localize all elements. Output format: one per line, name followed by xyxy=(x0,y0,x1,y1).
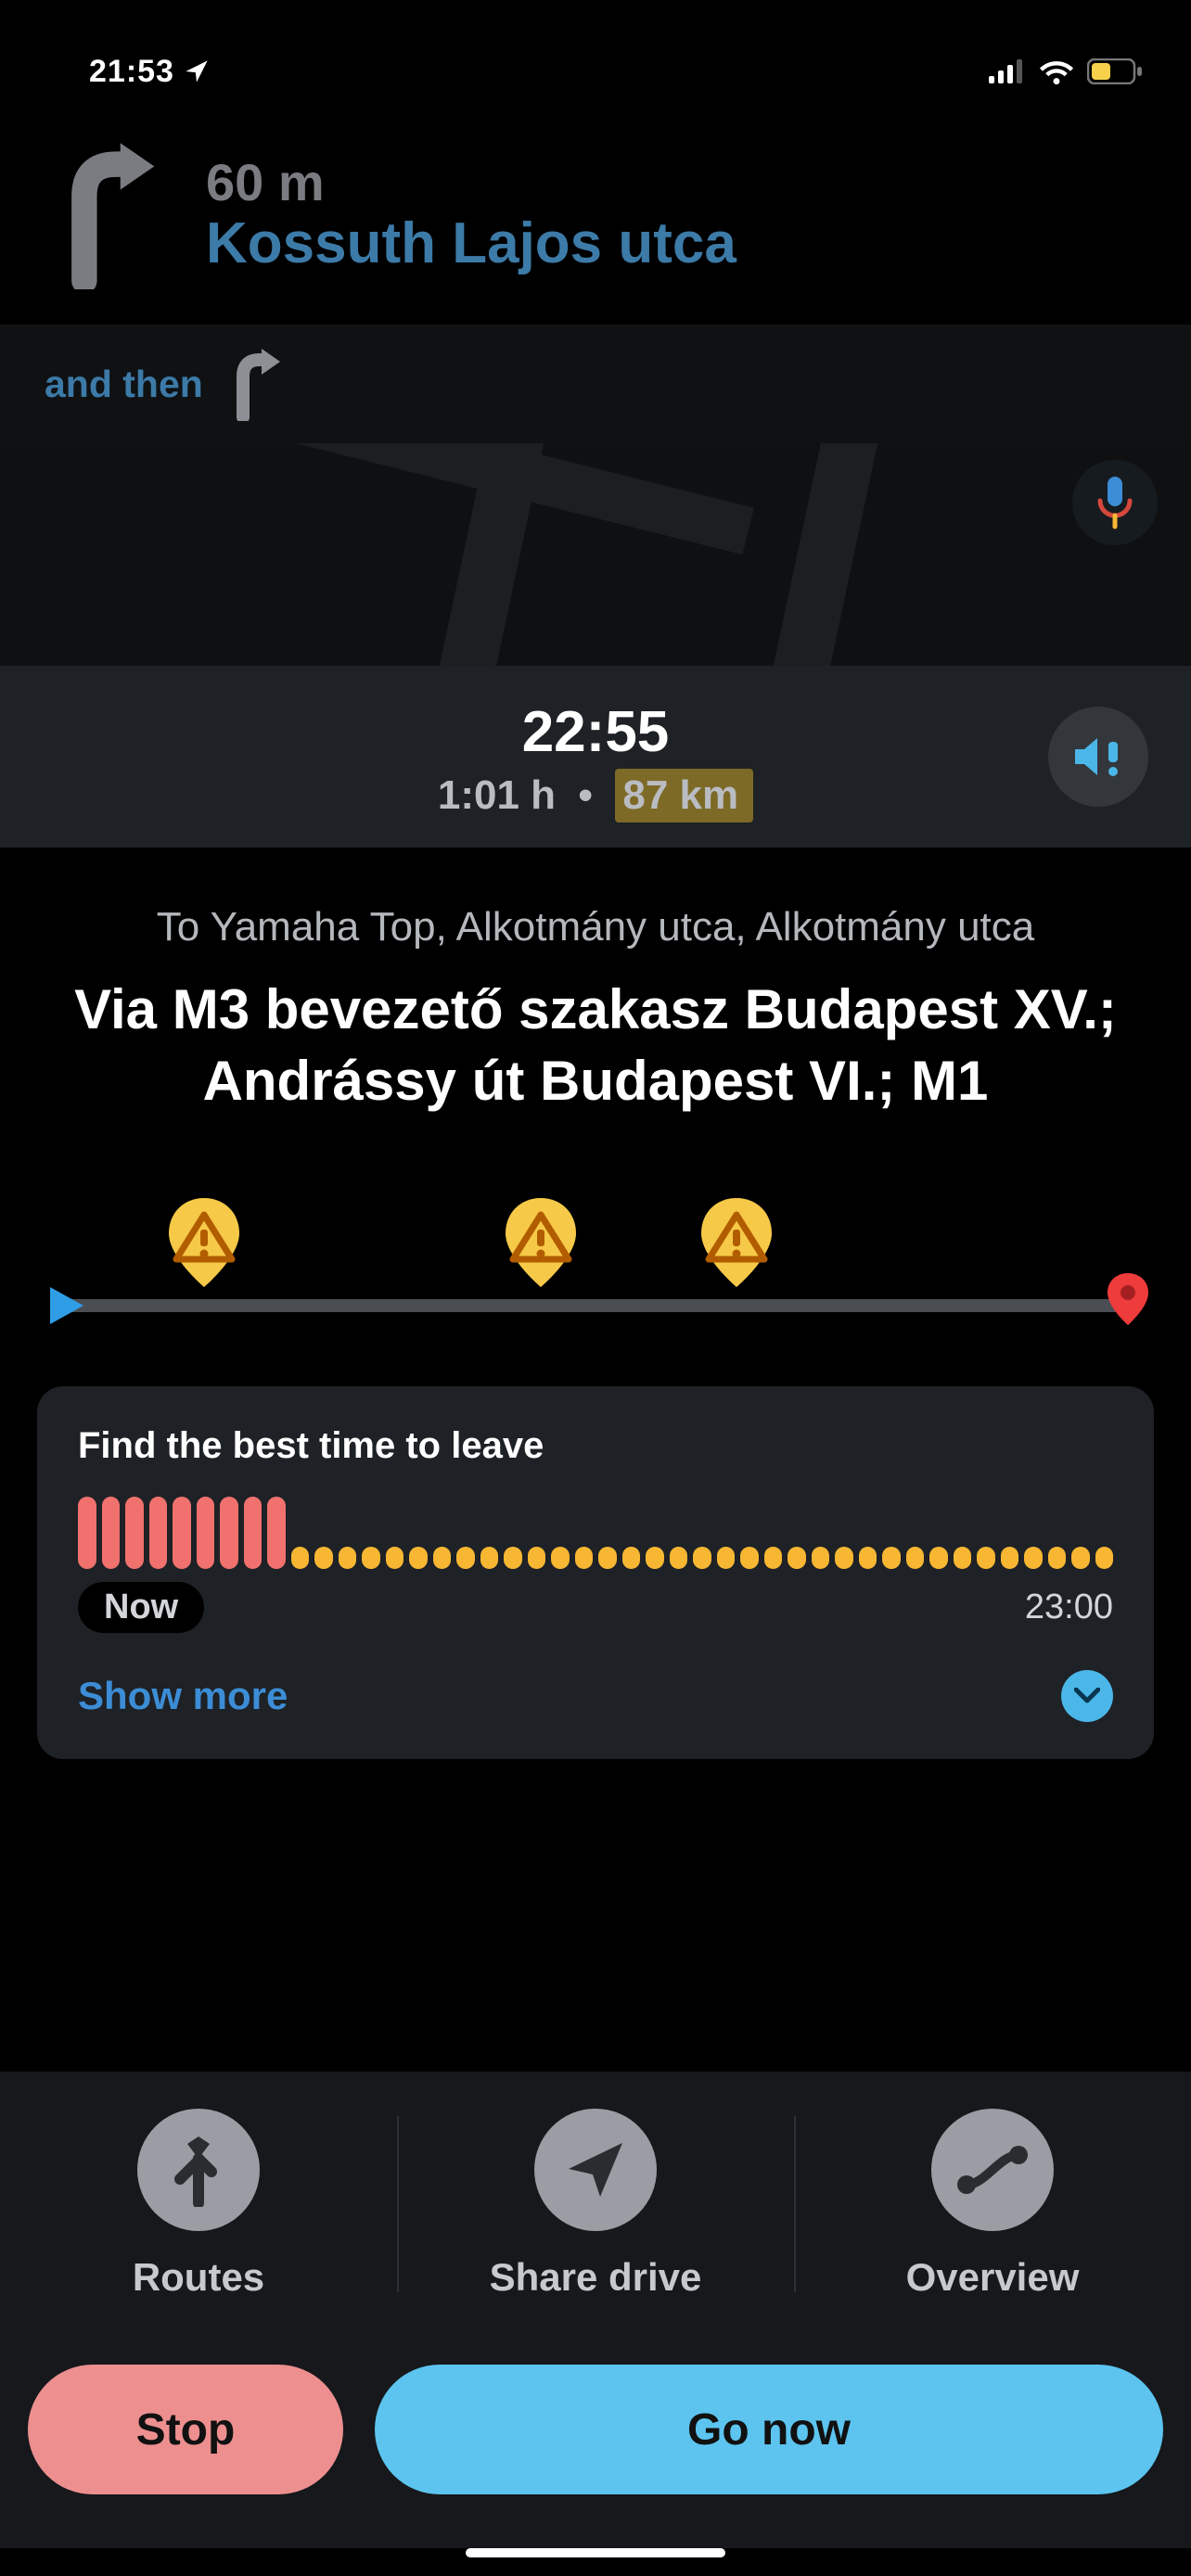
hazard-pin-icon[interactable] xyxy=(160,1198,249,1307)
traffic-bar xyxy=(528,1547,546,1569)
eta-distance: 87 km xyxy=(615,769,753,823)
traffic-bar xyxy=(197,1497,215,1569)
traffic-bar xyxy=(835,1547,853,1569)
traffic-bar xyxy=(291,1547,310,1569)
traffic-bar xyxy=(812,1547,830,1569)
traffic-bar xyxy=(1024,1547,1043,1569)
timeline-start-icon xyxy=(46,1283,87,1328)
traffic-bar xyxy=(740,1547,759,1569)
destination-pin-icon xyxy=(1106,1273,1150,1325)
traffic-bar xyxy=(954,1547,972,1569)
traffic-bar xyxy=(339,1547,357,1569)
battery-icon xyxy=(1087,58,1143,84)
traffic-bar xyxy=(504,1547,522,1569)
traffic-histogram xyxy=(78,1489,1113,1569)
turn-distance: 60 m xyxy=(206,154,736,211)
sound-alerts-button[interactable] xyxy=(1048,707,1148,807)
hazard-pin-icon[interactable] xyxy=(496,1198,585,1307)
traffic-bar xyxy=(362,1547,380,1569)
share-drive-label: Share drive xyxy=(490,2255,702,2300)
microphone-icon xyxy=(1095,475,1135,530)
traffic-bar xyxy=(859,1547,877,1569)
voice-command-button[interactable] xyxy=(1072,460,1158,545)
eta-panel[interactable]: 22:55 1:01 h • 87 km xyxy=(0,666,1191,848)
chevron-down-icon xyxy=(1074,1688,1100,1704)
end-time-label: 23:00 xyxy=(1025,1588,1113,1627)
overview-button[interactable]: Overview xyxy=(794,2109,1191,2300)
routes-button[interactable]: Routes xyxy=(0,2109,397,2300)
traffic-bar xyxy=(551,1547,570,1569)
traffic-bar xyxy=(788,1547,806,1569)
cell-signal-icon xyxy=(989,59,1026,83)
location-services-icon xyxy=(184,58,210,84)
turn-right-icon xyxy=(52,141,163,289)
traffic-bar xyxy=(433,1547,452,1569)
paper-plane-icon xyxy=(563,2137,628,2202)
stop-button[interactable]: Stop xyxy=(28,2365,343,2494)
traffic-bar xyxy=(977,1547,995,1569)
traffic-bar xyxy=(1001,1547,1019,1569)
traffic-bar xyxy=(314,1547,333,1569)
wifi-icon xyxy=(1039,58,1074,84)
routes-label: Routes xyxy=(133,2255,264,2300)
traffic-bar xyxy=(764,1547,783,1569)
traffic-bar xyxy=(173,1497,191,1569)
traffic-bar xyxy=(267,1497,286,1569)
route-summary: To Yamaha Top, Alkotmány utca, Alkotmány… xyxy=(0,848,1191,1117)
overview-icon xyxy=(954,2142,1031,2198)
traffic-bar xyxy=(575,1547,594,1569)
traffic-bar xyxy=(598,1547,617,1569)
traffic-bar xyxy=(929,1547,948,1569)
share-drive-button[interactable]: Share drive xyxy=(397,2109,794,2300)
hazard-pin-icon[interactable] xyxy=(692,1198,781,1307)
traffic-bar xyxy=(1048,1547,1067,1569)
traffic-bar xyxy=(244,1497,263,1569)
next-turn-panel: 60 m Kossuth Lajos utca xyxy=(0,111,1191,325)
turn-street: Kossuth Lajos utca xyxy=(206,210,736,276)
status-time: 21:53 xyxy=(89,54,174,90)
eta-arrival-time: 22:55 xyxy=(0,699,1191,765)
traffic-bar xyxy=(480,1547,499,1569)
home-indicator[interactable] xyxy=(466,2548,725,2557)
map-preview[interactable] xyxy=(0,443,1191,666)
speaker-alert-icon xyxy=(1071,733,1125,781)
traffic-bar xyxy=(1095,1547,1114,1569)
destination-line: To Yamaha Top, Alkotmány utca, Alkotmány… xyxy=(70,899,1121,954)
traffic-bar xyxy=(125,1497,144,1569)
show-more-link[interactable]: Show more xyxy=(78,1674,288,1718)
bottom-button-row: Stop Go now xyxy=(0,2340,1191,2548)
now-badge: Now xyxy=(78,1582,204,1633)
traffic-bar xyxy=(646,1547,664,1569)
overview-label: Overview xyxy=(906,2255,1080,2300)
expand-button[interactable] xyxy=(1061,1670,1113,1722)
traffic-bar xyxy=(1071,1547,1090,1569)
traffic-bar xyxy=(102,1497,121,1569)
traffic-bar xyxy=(78,1497,96,1569)
traffic-bar xyxy=(220,1497,238,1569)
go-now-button[interactable]: Go now xyxy=(375,2365,1163,2494)
traffic-bar xyxy=(693,1547,711,1569)
traffic-bar xyxy=(409,1547,428,1569)
traffic-bar xyxy=(386,1547,404,1569)
and-then-label: and then xyxy=(45,363,203,406)
traffic-bar xyxy=(882,1547,901,1569)
best-time-title: Find the best time to leave xyxy=(78,1425,1113,1467)
traffic-bar xyxy=(456,1547,475,1569)
best-time-card[interactable]: Find the best time to leave Now 23:00 Sh… xyxy=(37,1386,1154,1759)
traffic-bar xyxy=(622,1547,641,1569)
action-row: Routes Share drive Overview xyxy=(0,2072,1191,2340)
and-then-strip: and then xyxy=(0,325,1191,443)
routes-icon xyxy=(167,2133,230,2207)
traffic-bar xyxy=(717,1547,736,1569)
traffic-bar xyxy=(670,1547,688,1569)
eta-duration: 1:01 h xyxy=(438,772,556,818)
eta-subline: 1:01 h • 87 km xyxy=(0,769,1191,823)
status-bar: 21:53 xyxy=(0,0,1191,111)
via-line: Via M3 bevezető szakasz Budapest XV.; An… xyxy=(70,975,1121,1117)
traffic-bar xyxy=(149,1497,168,1569)
traffic-bar xyxy=(906,1547,925,1569)
turn-right-small-icon xyxy=(225,347,287,421)
route-timeline[interactable] xyxy=(52,1182,1139,1331)
